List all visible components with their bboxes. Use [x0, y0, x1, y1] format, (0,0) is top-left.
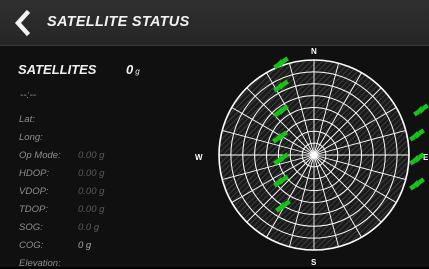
compass-west: W	[195, 153, 203, 162]
value-sog: 0.0 g	[78, 222, 100, 233]
label-cog: COG:	[19, 240, 44, 251]
value-cog: 0 g	[78, 240, 92, 251]
value-op-mode: 0.00 g	[78, 150, 105, 161]
compass-east: E	[423, 153, 429, 162]
satellite-sky-plot: N W E S	[195, 47, 429, 267]
satellites-label: SATELLITES	[18, 62, 97, 77]
back-button[interactable]	[10, 6, 38, 40]
value-hdop: 0.00 g	[78, 168, 105, 179]
label-hdop: HDOP:	[19, 168, 50, 179]
satellites-count-unit: g	[135, 67, 140, 76]
label-tdop: TDOP:	[19, 204, 49, 215]
compass-north: N	[311, 47, 317, 56]
label-sog: SOG:	[19, 222, 43, 233]
value-vdop: 0.00 g	[78, 186, 105, 197]
satellites-count: 0g	[126, 62, 140, 77]
chevron-left-icon	[14, 9, 31, 37]
label-op-mode: Op Mode:	[19, 150, 61, 161]
green-satellite-icon[interactable]	[409, 128, 425, 142]
fix-time: --:--	[20, 90, 37, 101]
green-satellite-icon[interactable]	[409, 177, 425, 191]
value-tdop: 0.00 g	[78, 204, 105, 215]
label-long: Long:	[19, 132, 43, 143]
compass-south: S	[311, 258, 317, 267]
label-lat: Lat:	[19, 114, 35, 125]
label-elevation: Elevation:	[19, 258, 61, 269]
label-vdop: VDOP:	[19, 186, 49, 197]
satellites-count-value: 0	[126, 62, 134, 77]
top-bar: SATELLITE STATUS	[0, 0, 429, 46]
sky-plot-grid	[218, 59, 410, 251]
page-title: SATELLITE STATUS	[47, 14, 190, 30]
green-satellite-icon[interactable]	[413, 103, 429, 117]
